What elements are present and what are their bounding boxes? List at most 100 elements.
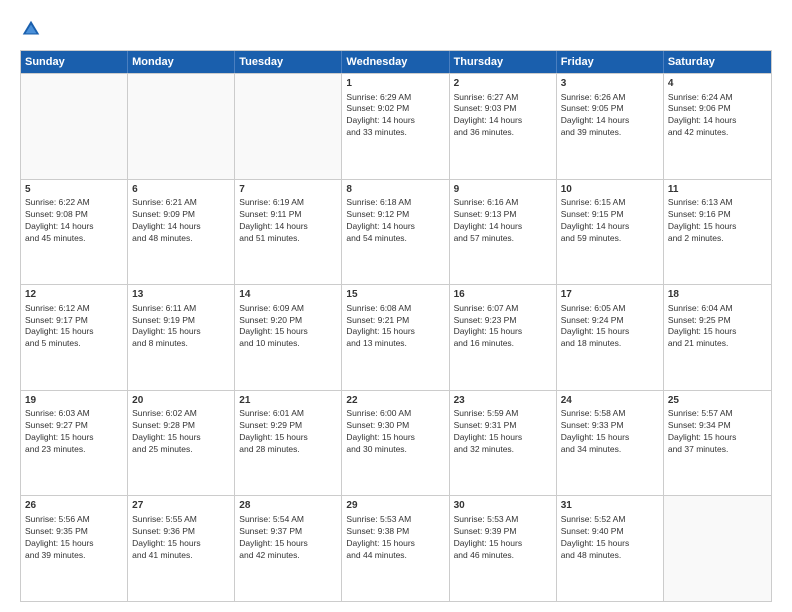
day-number: 7 — [239, 183, 337, 197]
day-cell-30: 30Sunrise: 5:53 AM Sunset: 9:39 PM Dayli… — [450, 496, 557, 601]
day-cell-31: 31Sunrise: 5:52 AM Sunset: 9:40 PM Dayli… — [557, 496, 664, 601]
cell-info: Sunrise: 5:58 AM Sunset: 9:33 PM Dayligh… — [561, 408, 659, 456]
day-number: 5 — [25, 183, 123, 197]
page: SundayMondayTuesdayWednesdayThursdayFrid… — [0, 0, 792, 612]
day-number: 2 — [454, 77, 552, 91]
day-number: 15 — [346, 288, 444, 302]
cell-info: Sunrise: 5:56 AM Sunset: 9:35 PM Dayligh… — [25, 514, 123, 562]
day-cell-15: 15Sunrise: 6:08 AM Sunset: 9:21 PM Dayli… — [342, 285, 449, 390]
day-cell-19: 19Sunrise: 6:03 AM Sunset: 9:27 PM Dayli… — [21, 391, 128, 496]
day-cell-6: 6Sunrise: 6:21 AM Sunset: 9:09 PM Daylig… — [128, 180, 235, 285]
day-number: 18 — [668, 288, 767, 302]
day-number: 21 — [239, 394, 337, 408]
day-cell-11: 11Sunrise: 6:13 AM Sunset: 9:16 PM Dayli… — [664, 180, 771, 285]
day-number: 31 — [561, 499, 659, 513]
calendar: SundayMondayTuesdayWednesdayThursdayFrid… — [20, 50, 772, 602]
day-cell-9: 9Sunrise: 6:16 AM Sunset: 9:13 PM Daylig… — [450, 180, 557, 285]
cell-info: Sunrise: 5:54 AM Sunset: 9:37 PM Dayligh… — [239, 514, 337, 562]
empty-cell — [128, 74, 235, 179]
calendar-week-4: 19Sunrise: 6:03 AM Sunset: 9:27 PM Dayli… — [21, 390, 771, 496]
day-cell-14: 14Sunrise: 6:09 AM Sunset: 9:20 PM Dayli… — [235, 285, 342, 390]
header-day-sunday: Sunday — [21, 51, 128, 73]
cell-info: Sunrise: 6:12 AM Sunset: 9:17 PM Dayligh… — [25, 303, 123, 351]
day-cell-22: 22Sunrise: 6:00 AM Sunset: 9:30 PM Dayli… — [342, 391, 449, 496]
cell-info: Sunrise: 6:27 AM Sunset: 9:03 PM Dayligh… — [454, 92, 552, 140]
day-cell-5: 5Sunrise: 6:22 AM Sunset: 9:08 PM Daylig… — [21, 180, 128, 285]
day-cell-18: 18Sunrise: 6:04 AM Sunset: 9:25 PM Dayli… — [664, 285, 771, 390]
header-day-saturday: Saturday — [664, 51, 771, 73]
calendar-week-3: 12Sunrise: 6:12 AM Sunset: 9:17 PM Dayli… — [21, 284, 771, 390]
cell-info: Sunrise: 6:26 AM Sunset: 9:05 PM Dayligh… — [561, 92, 659, 140]
day-number: 24 — [561, 394, 659, 408]
day-number: 30 — [454, 499, 552, 513]
day-cell-25: 25Sunrise: 5:57 AM Sunset: 9:34 PM Dayli… — [664, 391, 771, 496]
header — [20, 18, 772, 40]
cell-info: Sunrise: 6:13 AM Sunset: 9:16 PM Dayligh… — [668, 197, 767, 245]
logo-icon — [20, 18, 42, 40]
cell-info: Sunrise: 6:22 AM Sunset: 9:08 PM Dayligh… — [25, 197, 123, 245]
day-cell-13: 13Sunrise: 6:11 AM Sunset: 9:19 PM Dayli… — [128, 285, 235, 390]
cell-info: Sunrise: 6:24 AM Sunset: 9:06 PM Dayligh… — [668, 92, 767, 140]
logo — [20, 18, 46, 40]
cell-info: Sunrise: 5:53 AM Sunset: 9:38 PM Dayligh… — [346, 514, 444, 562]
cell-info: Sunrise: 6:16 AM Sunset: 9:13 PM Dayligh… — [454, 197, 552, 245]
cell-info: Sunrise: 6:21 AM Sunset: 9:09 PM Dayligh… — [132, 197, 230, 245]
cell-info: Sunrise: 5:53 AM Sunset: 9:39 PM Dayligh… — [454, 514, 552, 562]
day-cell-16: 16Sunrise: 6:07 AM Sunset: 9:23 PM Dayli… — [450, 285, 557, 390]
day-number: 19 — [25, 394, 123, 408]
day-cell-23: 23Sunrise: 5:59 AM Sunset: 9:31 PM Dayli… — [450, 391, 557, 496]
day-cell-1: 1Sunrise: 6:29 AM Sunset: 9:02 PM Daylig… — [342, 74, 449, 179]
day-number: 12 — [25, 288, 123, 302]
cell-info: Sunrise: 6:04 AM Sunset: 9:25 PM Dayligh… — [668, 303, 767, 351]
cell-info: Sunrise: 6:29 AM Sunset: 9:02 PM Dayligh… — [346, 92, 444, 140]
day-cell-2: 2Sunrise: 6:27 AM Sunset: 9:03 PM Daylig… — [450, 74, 557, 179]
day-number: 22 — [346, 394, 444, 408]
day-cell-12: 12Sunrise: 6:12 AM Sunset: 9:17 PM Dayli… — [21, 285, 128, 390]
empty-cell — [21, 74, 128, 179]
day-number: 28 — [239, 499, 337, 513]
calendar-week-2: 5Sunrise: 6:22 AM Sunset: 9:08 PM Daylig… — [21, 179, 771, 285]
day-number: 14 — [239, 288, 337, 302]
cell-info: Sunrise: 6:09 AM Sunset: 9:20 PM Dayligh… — [239, 303, 337, 351]
cell-info: Sunrise: 5:59 AM Sunset: 9:31 PM Dayligh… — [454, 408, 552, 456]
header-day-tuesday: Tuesday — [235, 51, 342, 73]
cell-info: Sunrise: 6:03 AM Sunset: 9:27 PM Dayligh… — [25, 408, 123, 456]
empty-cell — [235, 74, 342, 179]
header-day-wednesday: Wednesday — [342, 51, 449, 73]
day-number: 27 — [132, 499, 230, 513]
day-cell-4: 4Sunrise: 6:24 AM Sunset: 9:06 PM Daylig… — [664, 74, 771, 179]
day-cell-8: 8Sunrise: 6:18 AM Sunset: 9:12 PM Daylig… — [342, 180, 449, 285]
day-cell-7: 7Sunrise: 6:19 AM Sunset: 9:11 PM Daylig… — [235, 180, 342, 285]
calendar-week-5: 26Sunrise: 5:56 AM Sunset: 9:35 PM Dayli… — [21, 495, 771, 601]
calendar-week-1: 1Sunrise: 6:29 AM Sunset: 9:02 PM Daylig… — [21, 73, 771, 179]
day-cell-24: 24Sunrise: 5:58 AM Sunset: 9:33 PM Dayli… — [557, 391, 664, 496]
day-cell-27: 27Sunrise: 5:55 AM Sunset: 9:36 PM Dayli… — [128, 496, 235, 601]
day-number: 9 — [454, 183, 552, 197]
day-number: 10 — [561, 183, 659, 197]
cell-info: Sunrise: 6:01 AM Sunset: 9:29 PM Dayligh… — [239, 408, 337, 456]
day-number: 4 — [668, 77, 767, 91]
day-cell-29: 29Sunrise: 5:53 AM Sunset: 9:38 PM Dayli… — [342, 496, 449, 601]
day-number: 8 — [346, 183, 444, 197]
day-number: 26 — [25, 499, 123, 513]
cell-info: Sunrise: 6:02 AM Sunset: 9:28 PM Dayligh… — [132, 408, 230, 456]
day-number: 20 — [132, 394, 230, 408]
cell-info: Sunrise: 5:55 AM Sunset: 9:36 PM Dayligh… — [132, 514, 230, 562]
day-number: 23 — [454, 394, 552, 408]
cell-info: Sunrise: 6:07 AM Sunset: 9:23 PM Dayligh… — [454, 303, 552, 351]
day-cell-21: 21Sunrise: 6:01 AM Sunset: 9:29 PM Dayli… — [235, 391, 342, 496]
empty-cell — [664, 496, 771, 601]
day-number: 16 — [454, 288, 552, 302]
day-number: 11 — [668, 183, 767, 197]
cell-info: Sunrise: 6:05 AM Sunset: 9:24 PM Dayligh… — [561, 303, 659, 351]
header-day-friday: Friday — [557, 51, 664, 73]
day-number: 13 — [132, 288, 230, 302]
day-cell-28: 28Sunrise: 5:54 AM Sunset: 9:37 PM Dayli… — [235, 496, 342, 601]
header-day-monday: Monday — [128, 51, 235, 73]
cell-info: Sunrise: 6:15 AM Sunset: 9:15 PM Dayligh… — [561, 197, 659, 245]
day-number: 3 — [561, 77, 659, 91]
cell-info: Sunrise: 6:11 AM Sunset: 9:19 PM Dayligh… — [132, 303, 230, 351]
day-number: 6 — [132, 183, 230, 197]
calendar-body: 1Sunrise: 6:29 AM Sunset: 9:02 PM Daylig… — [21, 73, 771, 601]
day-cell-26: 26Sunrise: 5:56 AM Sunset: 9:35 PM Dayli… — [21, 496, 128, 601]
